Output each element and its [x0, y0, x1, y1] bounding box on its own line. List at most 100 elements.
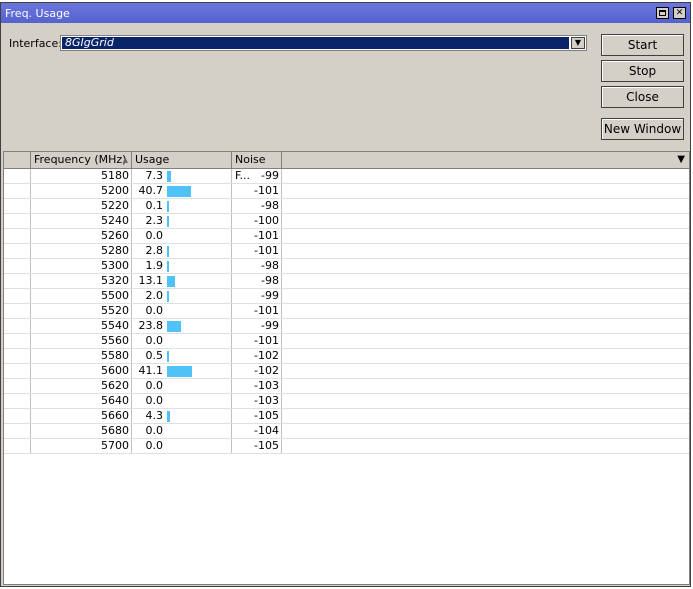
usage-cell: 0.1	[132, 199, 232, 213]
table-row[interactable]: 5280 2.8 -101	[4, 244, 689, 259]
frequency-cell: 5220	[31, 199, 132, 213]
column-menu-icon[interactable]: ▼	[677, 152, 685, 168]
table-row[interactable]: 5700 0.0 -105	[4, 439, 689, 454]
noise-floor-cell: -101	[232, 304, 282, 318]
usage-value: 0.0	[145, 439, 164, 452]
usage-value: 4.3	[145, 409, 164, 422]
close-window-button[interactable]: ✕	[673, 7, 686, 19]
usage-value: 0.1	[145, 199, 164, 212]
column-header-blank[interactable]	[4, 152, 31, 168]
empty-cell	[282, 214, 689, 228]
row-marker	[4, 364, 31, 378]
interface-select[interactable]: 8GIgGrid ▼	[60, 35, 587, 51]
sort-ascending-icon: ▲	[122, 156, 128, 164]
table-row[interactable]: 5240 2.3 -100	[4, 214, 689, 229]
empty-cell	[282, 349, 689, 363]
column-header-usage[interactable]: Usage	[132, 152, 232, 168]
table-row[interactable]: 5180 7.3 -99	[4, 169, 689, 184]
usage-bar	[167, 216, 169, 227]
frequency-cell: 5600	[31, 364, 132, 378]
usage-bar	[167, 201, 169, 212]
start-button[interactable]: Start	[601, 34, 684, 56]
stop-button[interactable]: Stop	[601, 60, 684, 82]
empty-cell	[282, 304, 689, 318]
frequency-cell: 5700	[31, 439, 132, 453]
usage-value: 0.0	[145, 334, 164, 347]
maximize-icon	[659, 10, 666, 16]
empty-cell	[282, 334, 689, 348]
table-row[interactable]: 5520 0.0 -101	[4, 304, 689, 319]
row-marker	[4, 229, 31, 243]
empty-cell	[282, 199, 689, 213]
usage-value: 2.0	[145, 289, 164, 302]
table-row[interactable]: 5220 0.1 -98	[4, 199, 689, 214]
usage-cell: 13.1	[132, 274, 232, 288]
empty-cell	[282, 259, 689, 273]
table-row[interactable]: 5300 1.9 -98	[4, 259, 689, 274]
noise-floor-cell: -101	[232, 229, 282, 243]
table-row[interactable]: 5540 23.8 -99	[4, 319, 689, 334]
usage-cell: 4.3	[132, 409, 232, 423]
usage-cell: 0.0	[132, 229, 232, 243]
frequency-cell: 5320	[31, 274, 132, 288]
maximize-button[interactable]	[656, 7, 669, 19]
table-row[interactable]: 5260 0.0 -101	[4, 229, 689, 244]
noise-floor-cell: -103	[232, 379, 282, 393]
table-row[interactable]: 5320 13.1 -98	[4, 274, 689, 289]
table-row[interactable]: 5500 2.0 -99	[4, 289, 689, 304]
noise-floor-cell: -98	[232, 274, 282, 288]
window-title: Freq. Usage	[5, 7, 70, 20]
new-window-button[interactable]: New Window	[601, 118, 684, 140]
row-marker	[4, 304, 31, 318]
usage-bar	[167, 411, 170, 422]
interface-value: 8GIgGrid	[61, 36, 570, 50]
usage-value: 41.1	[138, 364, 164, 377]
table-row[interactable]: 5200 40.7 -101	[4, 184, 689, 199]
usage-bar	[167, 366, 192, 377]
column-header-empty: ▼	[282, 152, 689, 168]
table-row[interactable]: 5580 0.5 -102	[4, 349, 689, 364]
frequency-cell: 5680	[31, 424, 132, 438]
noise-floor-cell: -99	[232, 169, 282, 183]
usage-bar	[167, 261, 169, 272]
frequency-cell: 5180	[31, 169, 132, 183]
usage-cell: 0.0	[132, 424, 232, 438]
frequency-cell: 5560	[31, 334, 132, 348]
empty-cell	[282, 379, 689, 393]
column-header-frequency[interactable]: Frequency (MHz) ▲	[31, 152, 132, 168]
noise-floor-cell: -101	[232, 334, 282, 348]
table-row[interactable]: 5640 0.0 -103	[4, 394, 689, 409]
noise-floor-cell: -100	[232, 214, 282, 228]
usage-cell: 23.8	[132, 319, 232, 333]
noise-floor-cell: -98	[232, 259, 282, 273]
row-marker	[4, 259, 31, 273]
table-row[interactable]: 5680 0.0 -104	[4, 424, 689, 439]
noise-floor-cell: -105	[232, 409, 282, 423]
row-marker	[4, 319, 31, 333]
empty-cell	[282, 184, 689, 198]
table-row[interactable]: 5660 4.3 -105	[4, 409, 689, 424]
usage-cell: 0.5	[132, 349, 232, 363]
usage-bar	[167, 276, 175, 287]
usage-value: 0.0	[145, 304, 164, 317]
table-row[interactable]: 5600 41.1 -102	[4, 364, 689, 379]
usage-bar	[167, 186, 191, 197]
noise-floor-cell: -99	[232, 289, 282, 303]
column-header-noise-floor[interactable]: Noise F...	[232, 152, 282, 182]
usage-cell: 0.0	[132, 334, 232, 348]
noise-floor-cell: -103	[232, 394, 282, 408]
usage-cell: 7.3	[132, 169, 232, 183]
table-row[interactable]: 5620 0.0 -103	[4, 379, 689, 394]
usage-value: 7.3	[145, 169, 164, 182]
frequency-cell: 5240	[31, 214, 132, 228]
table-row[interactable]: 5560 0.0 -101	[4, 334, 689, 349]
usage-cell: 41.1	[132, 364, 232, 378]
frequency-cell: 5300	[31, 259, 132, 273]
title-bar[interactable]: Freq. Usage ✕	[1, 3, 690, 23]
noise-floor-cell: -101	[232, 184, 282, 198]
dropdown-arrow-icon[interactable]: ▼	[571, 37, 585, 49]
row-marker	[4, 289, 31, 303]
row-marker	[4, 244, 31, 258]
close-button[interactable]: Close	[601, 86, 684, 108]
empty-cell	[282, 364, 689, 378]
